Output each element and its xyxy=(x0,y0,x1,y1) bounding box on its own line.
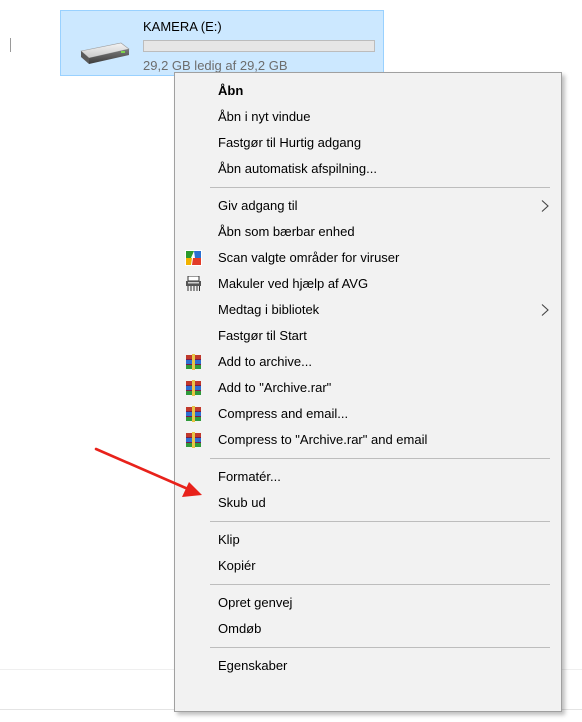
avg-scan-icon xyxy=(185,250,202,266)
winrar-icon xyxy=(186,432,201,448)
drive-free-space: 29,2 GB ledig af 29,2 GB xyxy=(143,58,288,73)
left-edge-marker xyxy=(10,38,11,52)
winrar-icon xyxy=(186,406,201,422)
menu-item-give-access[interactable]: Giv adgang til xyxy=(175,193,561,219)
menu-item-add-to-archive[interactable]: Add to archive... xyxy=(175,349,561,375)
winrar-icon xyxy=(186,380,201,396)
menu-item-create-shortcut[interactable]: Opret genvej xyxy=(175,590,561,616)
menu-item-add-to-archive-rar[interactable]: Add to "Archive.rar" xyxy=(175,375,561,401)
menu-separator xyxy=(210,521,550,522)
menu-item-label: Add to archive... xyxy=(218,354,312,369)
menu-item-label: Kopiér xyxy=(218,558,256,573)
menu-item-label: Omdøb xyxy=(218,621,262,636)
menu-item-cut[interactable]: Klip xyxy=(175,527,561,553)
menu-item-label: Makuler ved hjælp af AVG xyxy=(218,276,369,291)
menu-item-label: Formatér... xyxy=(218,469,281,484)
menu-item-label: Opret genvej xyxy=(218,595,293,610)
menu-separator xyxy=(210,647,550,648)
menu-item-rename[interactable]: Omdøb xyxy=(175,616,561,642)
menu-item-copy[interactable]: Kopiér xyxy=(175,553,561,579)
menu-item-label: Fastgør til Hurtig adgang xyxy=(218,135,362,150)
menu-item-label: Compress and email... xyxy=(218,406,349,421)
chevron-right-icon xyxy=(541,304,549,316)
menu-item-label: Åbn xyxy=(218,83,244,98)
menu-item-label: Compress to "Archive.rar" and email xyxy=(218,432,428,447)
menu-item-eject[interactable]: Skub ud xyxy=(175,490,561,516)
menu-item-avg-scan[interactable]: Scan valgte områder for viruser xyxy=(175,245,561,271)
drive-name: KAMERA (E:) xyxy=(143,19,222,34)
menu-item-label: Giv adgang til xyxy=(218,198,298,213)
explorer-window: KAMERA (E:) 29,2 GB ledig af 29,2 GB Åbn… xyxy=(0,0,582,722)
menu-separator xyxy=(210,584,550,585)
usb-drive-icon xyxy=(80,42,130,64)
menu-item-avg-shred[interactable]: Makuler ved hjælp af AVG xyxy=(175,271,561,297)
menu-separator xyxy=(210,458,550,459)
menu-item-autoplay[interactable]: Åbn automatisk afspilning... xyxy=(175,156,561,182)
menu-item-open-portable-device[interactable]: Åbn som bærbar enhed xyxy=(175,219,561,245)
menu-item-compress-rar-email[interactable]: Compress to "Archive.rar" and email xyxy=(175,427,561,453)
menu-item-label: Medtag i bibliotek xyxy=(218,302,320,317)
menu-separator xyxy=(210,187,550,188)
menu-item-label: Fastgør til Start xyxy=(218,328,307,343)
menu-item-label: Åbn som bærbar enhed xyxy=(218,224,355,239)
context-menu: Åbn Åbn i nyt vindue Fastgør til Hurtig … xyxy=(174,72,562,712)
chevron-right-icon xyxy=(541,200,549,212)
menu-item-open[interactable]: Åbn xyxy=(175,78,561,104)
menu-item-label: Åbn i nyt vindue xyxy=(218,109,311,124)
menu-item-label: Add to "Archive.rar" xyxy=(218,380,332,395)
menu-item-label: Åbn automatisk afspilning... xyxy=(218,161,377,176)
menu-item-pin-quick-access[interactable]: Fastgør til Hurtig adgang xyxy=(175,130,561,156)
menu-item-properties[interactable]: Egenskaber xyxy=(175,653,561,679)
menu-item-include-library[interactable]: Medtag i bibliotek xyxy=(175,297,561,323)
menu-item-format[interactable]: Formatér... xyxy=(175,464,561,490)
shredder-icon xyxy=(186,276,201,291)
menu-item-label: Skub ud xyxy=(218,495,266,510)
menu-item-label: Egenskaber xyxy=(218,658,288,673)
menu-item-label: Scan valgte områder for viruser xyxy=(218,250,400,265)
drive-usage-bar xyxy=(143,40,375,52)
menu-item-pin-start[interactable]: Fastgør til Start xyxy=(175,323,561,349)
winrar-icon xyxy=(186,354,201,370)
menu-item-compress-email[interactable]: Compress and email... xyxy=(175,401,561,427)
menu-item-open-new-window[interactable]: Åbn i nyt vindue xyxy=(175,104,561,130)
menu-item-label: Klip xyxy=(218,532,240,547)
drive-kamera-tile[interactable]: KAMERA (E:) 29,2 GB ledig af 29,2 GB xyxy=(60,10,384,76)
